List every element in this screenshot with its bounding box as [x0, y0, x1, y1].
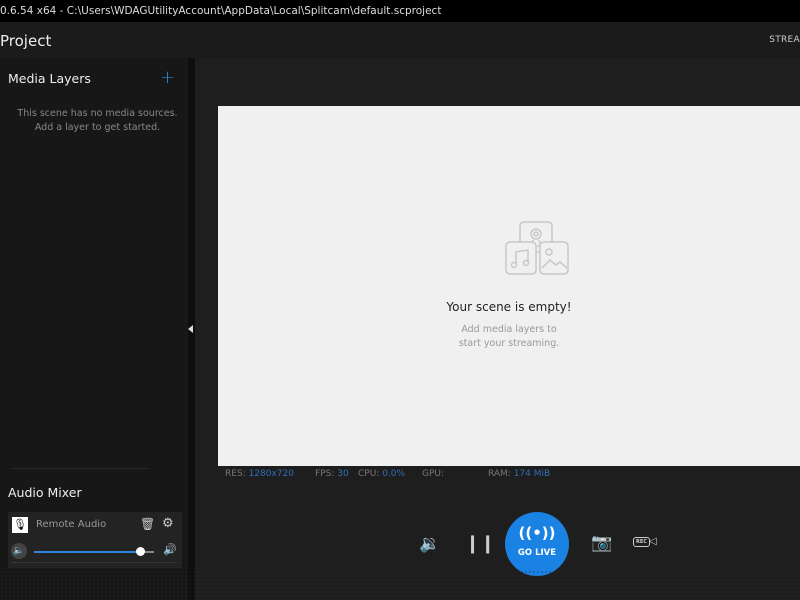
volume-slider-handle[interactable] — [135, 547, 145, 556]
record-button[interactable]: REC — [633, 537, 650, 547]
source-settings-button[interactable]: ⚙ — [162, 516, 174, 531]
window-title: 0.6.54 x64 - C:\Users\WDAGUtilityAccount… — [0, 5, 442, 17]
media-layers-empty-text: This scene has no media sources. Add a l… — [17, 108, 178, 133]
camera-icon: ◁ — [649, 536, 657, 547]
stat-ram: RAM: 174 MiB — [488, 469, 551, 479]
stream-button[interactable]: STREA — [769, 35, 800, 45]
mute-button[interactable]: 🔈 — [11, 543, 27, 559]
audio-toggle-button[interactable]: 🔉 — [419, 534, 440, 554]
stat-res: RES: 1280x720 — [225, 469, 294, 479]
audio-mixer-title: Audio Mixer — [8, 485, 82, 500]
audio-source-card: 🎙 Remote Audio 🗑 ⚙ 🔈 🔊 — [8, 512, 182, 568]
go-live-button[interactable]: ((•)) GO LIVE — [505, 512, 569, 576]
audio-level-meter — [12, 562, 178, 563]
empty-scene-subtitle: Add media layers to start your streaming… — [458, 324, 560, 349]
stat-cpu: CPU: 0.0% — [358, 469, 406, 479]
pause-button[interactable]: ❙❙ — [465, 533, 495, 554]
stats-bar: RES: 1280x720 FPS: 30 CPU: 0.0% GPU: RAM… — [225, 469, 625, 481]
collapse-panel-icon[interactable] — [188, 325, 193, 333]
add-layer-button[interactable]: + — [160, 67, 175, 88]
divider — [12, 468, 148, 469]
media-layers-title: Media Layers — [8, 71, 91, 86]
microphone-icon: 🎙 — [12, 517, 28, 533]
media-types-icon — [505, 221, 569, 275]
audio-source-name: Remote Audio — [36, 519, 107, 530]
speaker-icon: 🔊 — [163, 543, 177, 556]
scene-preview: Your scene is empty! Add media layers to… — [218, 106, 800, 466]
delete-source-button[interactable]: 🗑 — [140, 517, 155, 531]
project-title[interactable]: Project — [0, 32, 51, 50]
screenshot-button[interactable]: 📷 — [591, 533, 612, 553]
broadcast-icon: ((•)) — [518, 524, 556, 542]
stat-fps: FPS: 30 — [315, 469, 349, 479]
stat-gpu: GPU: — [422, 469, 445, 479]
dotted-background — [0, 570, 800, 600]
volume-slider-fill — [34, 551, 140, 553]
app-header — [0, 22, 800, 58]
window-title-bar: 0.6.54 x64 - C:\Users\WDAGUtilityAccount… — [0, 0, 800, 22]
empty-scene-title: Your scene is empty! — [446, 300, 572, 314]
